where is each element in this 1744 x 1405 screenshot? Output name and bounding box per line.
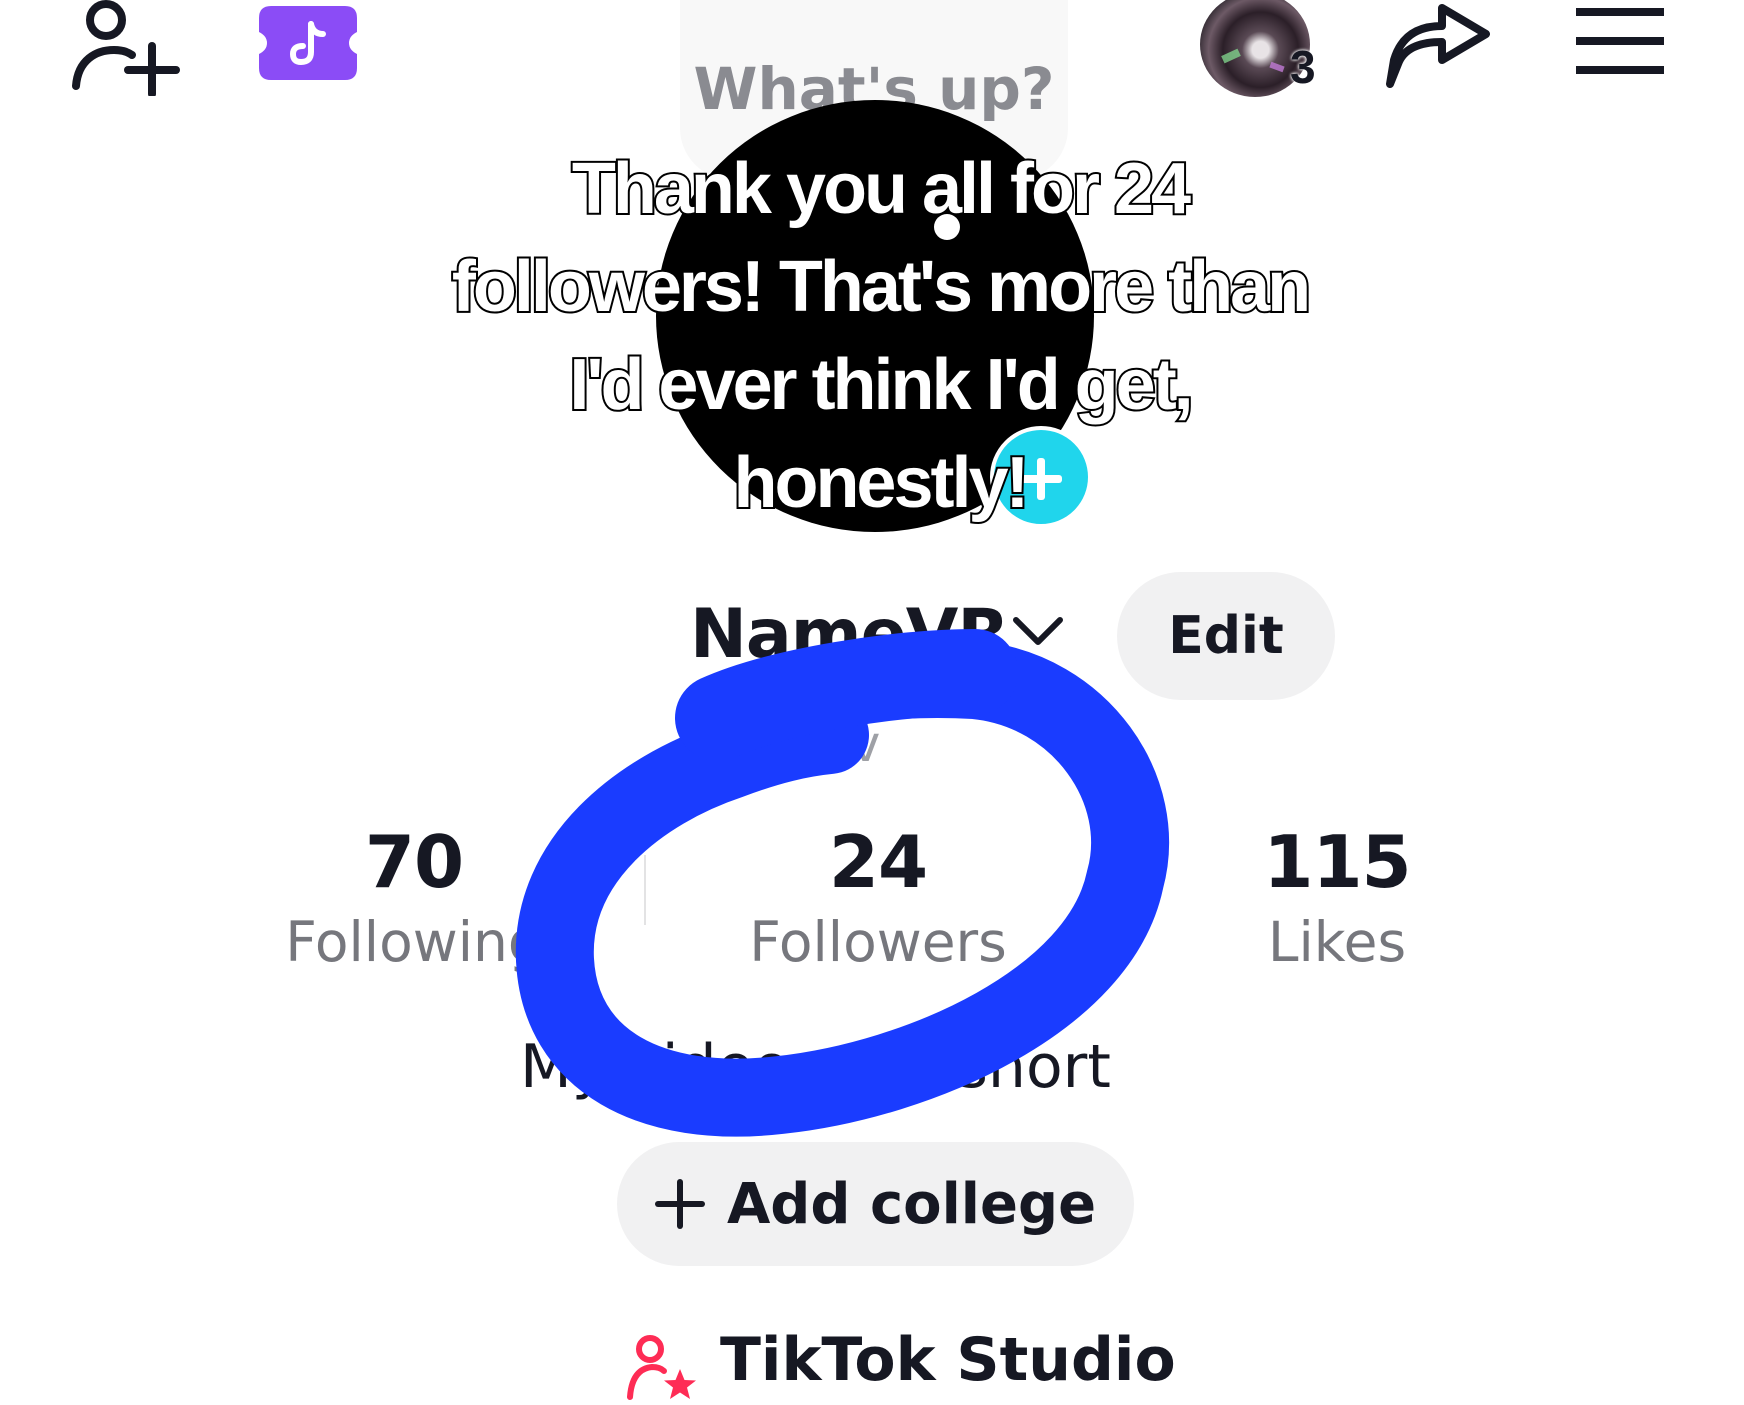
story-avatar[interactable]: 3	[1200, 0, 1330, 100]
add-friend-icon[interactable]	[70, 0, 182, 96]
plus-icon	[654, 1179, 705, 1229]
profile-username[interactable]: NameVR	[690, 595, 1010, 674]
caption-line: followers! That's more than	[450, 245, 1313, 329]
tiktok-studio-label: TikTok Studio	[720, 1325, 1176, 1395]
caption-line: honestly!	[731, 441, 1031, 525]
likes-label: Likes	[1267, 910, 1407, 974]
share-arrow-icon[interactable]	[1384, 0, 1494, 92]
video-caption-overlay: Thank you all for 24 followers! That's m…	[380, 140, 1380, 532]
caption-line: Thank you all for 24	[570, 147, 1193, 231]
tiktok-studio-link[interactable]: TikTok Studio	[626, 1325, 1176, 1405]
profile-bio: My videos are short	[520, 1032, 1111, 1102]
stat-likes[interactable]: 115 Likes	[1137, 820, 1537, 990]
stat-divider	[1108, 855, 1110, 925]
tiktok-ticket-icon[interactable]	[259, 6, 357, 80]
creator-star-icon	[627, 1335, 696, 1400]
avatar-count-badge: 3	[1290, 41, 1316, 93]
edit-profile-button[interactable]: Edit	[1117, 572, 1335, 700]
following-label: Following	[285, 910, 543, 974]
stat-following[interactable]: 70 Following	[214, 820, 614, 990]
likes-count: 115	[1263, 820, 1411, 904]
profile-handle: ev	[820, 715, 881, 773]
add-college-label: Add college	[726, 1171, 1097, 1237]
caption-line: I'd ever think I'd get,	[567, 343, 1195, 427]
stat-followers[interactable]: 24 Followers	[678, 820, 1078, 990]
followers-count: 24	[828, 820, 928, 904]
followers-label: Followers	[749, 910, 1007, 974]
chevron-down-icon[interactable]	[1010, 610, 1066, 654]
stat-divider	[644, 855, 646, 925]
following-count: 70	[364, 820, 464, 904]
hamburger-menu-icon[interactable]	[1574, 6, 1666, 76]
add-college-button[interactable]: Add college	[617, 1142, 1134, 1266]
